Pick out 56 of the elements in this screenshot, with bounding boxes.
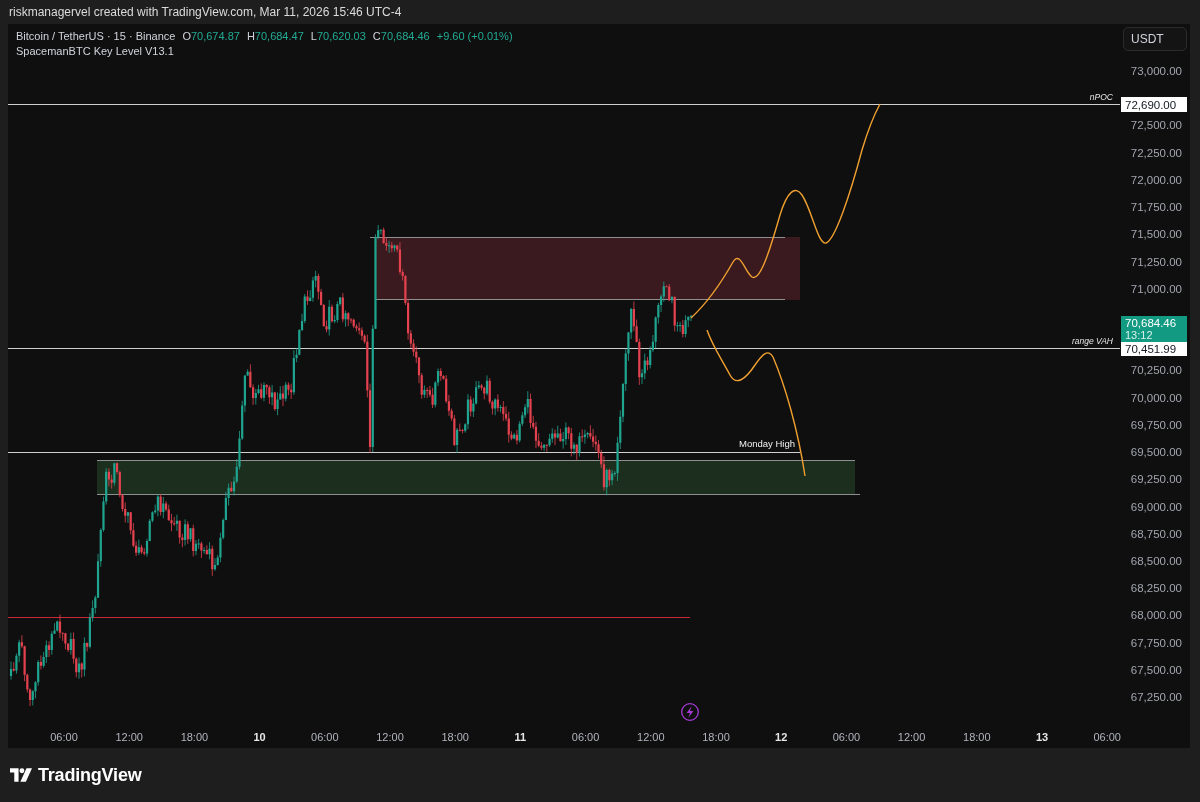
price-label: 72,250.00 bbox=[1130, 146, 1182, 159]
time-label: 18:00 bbox=[441, 731, 469, 743]
price-label: 67,250.00 bbox=[1130, 691, 1182, 704]
price-label: 69,750.00 bbox=[1130, 418, 1182, 431]
price-label: 68,000.00 bbox=[1130, 609, 1182, 622]
countdown-timer: 13:12 bbox=[1125, 329, 1153, 341]
time-label: 12:00 bbox=[115, 731, 143, 743]
price-label: 69,000.00 bbox=[1130, 500, 1182, 513]
time-label: 12:00 bbox=[897, 731, 926, 743]
ohlc-value: O70,674.87 bbox=[182, 30, 240, 42]
time-label: 18:00 bbox=[702, 731, 730, 743]
chart-caption: riskmanagervel created with TradingView.com, Mar 11, 2026 15:46 UTC-4 bbox=[9, 5, 402, 19]
current-price: 70,684.46 bbox=[1125, 317, 1177, 329]
time-label: 11 bbox=[514, 731, 527, 743]
price-label: 72,000.00 bbox=[1130, 173, 1182, 186]
price-label: 68,750.00 bbox=[1130, 527, 1182, 540]
time-label: 10 bbox=[253, 731, 266, 743]
price-label: 73,000.00 bbox=[1130, 65, 1182, 77]
ohlc-value: L70,620.03 bbox=[310, 30, 366, 42]
price-label: 70,250.00 bbox=[1130, 364, 1182, 377]
price-label: 69,500.00 bbox=[1130, 446, 1182, 459]
time-label: 06:00 bbox=[571, 731, 600, 743]
price-tag: 72,690.00 bbox=[1121, 97, 1187, 112]
indicator-name: SpacemanBTC Key Level V13.1 bbox=[16, 45, 174, 57]
logo-icon bbox=[10, 768, 32, 782]
ohlc-value: C70,684.46 bbox=[372, 30, 430, 42]
price-label: 68,500.00 bbox=[1130, 554, 1182, 567]
time-label: 12:00 bbox=[637, 731, 665, 743]
time-label: 12:00 bbox=[376, 731, 404, 743]
level-label: nPOC bbox=[1089, 92, 1113, 102]
price-label: 70,000.00 bbox=[1130, 391, 1182, 404]
time-label: 18:00 bbox=[180, 731, 209, 743]
price-label: 71,000.00 bbox=[1130, 282, 1182, 295]
price-label: 67,750.00 bbox=[1130, 636, 1182, 649]
price-label: 71,250.00 bbox=[1130, 255, 1182, 268]
time-label: 06:00 bbox=[1093, 731, 1121, 743]
level-label: Monday High bbox=[739, 438, 795, 449]
time-label: 06:00 bbox=[832, 731, 861, 743]
time-label: 06:00 bbox=[311, 731, 339, 743]
price-label: 67,500.00 bbox=[1130, 663, 1182, 676]
price-label: 71,750.00 bbox=[1130, 201, 1182, 214]
price-change: +9.60 (+0.01%) bbox=[436, 30, 513, 42]
time-label: 06:00 bbox=[50, 731, 78, 743]
lightning-icon[interactable] bbox=[681, 703, 699, 721]
time-label: 18:00 bbox=[963, 731, 991, 743]
brand-name: TradingView bbox=[38, 764, 142, 786]
price-label: 69,250.00 bbox=[1130, 473, 1182, 486]
time-label: 12 bbox=[775, 731, 788, 743]
price-label: 68,250.00 bbox=[1130, 582, 1182, 595]
price-label: 71,500.00 bbox=[1130, 228, 1182, 241]
level-label: range VAH bbox=[1071, 336, 1113, 346]
symbol-title: Bitcoin / TetherUS · 15 · Binance bbox=[16, 30, 176, 42]
currency-button[interactable]: USDT bbox=[1123, 27, 1187, 51]
price-label: 72,500.00 bbox=[1130, 119, 1182, 132]
ohlc-value: H70,684.47 bbox=[246, 30, 304, 42]
time-label: 13 bbox=[1035, 731, 1049, 743]
